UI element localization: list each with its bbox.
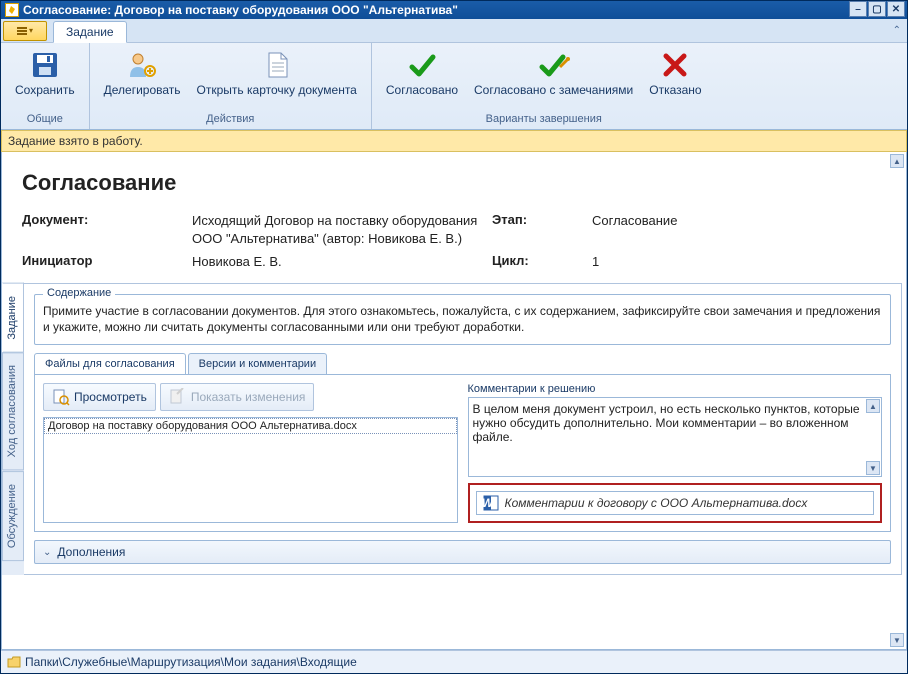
rejected-button[interactable]: Отказано (641, 47, 709, 111)
preview-icon (52, 388, 70, 406)
doc-value: Исходящий Договор на поставку оборудован… (192, 212, 492, 247)
word-icon: W (483, 495, 499, 511)
additions-expander[interactable]: ⌄ Дополнения (34, 540, 891, 564)
folder-icon (7, 656, 21, 668)
side-tab-discussion[interactable]: Обсуждение (2, 471, 24, 561)
scroll-down-button[interactable]: ▼ (890, 633, 904, 647)
initiator-label: Инициатор (22, 253, 192, 271)
app-icon (5, 3, 19, 17)
file-list[interactable]: Договор на поставку оборудования ООО Аль… (43, 417, 458, 523)
stage-value: Согласование (592, 212, 792, 247)
document-icon (261, 49, 293, 81)
comment-text: В целом меня документ устроил, но есть н… (473, 402, 860, 444)
ribbon-group-completion: Согласовано Согласовано с замечаниями От… (372, 43, 716, 129)
ribbon-tab-task[interactable]: Задание (53, 21, 127, 43)
open-card-label: Открыть карточку документа (197, 83, 357, 97)
stage-label: Этап: (492, 212, 592, 247)
chevron-down-icon: ⌄ (43, 547, 51, 558)
inner-tab-files[interactable]: Файлы для согласования (34, 353, 186, 374)
comment-textarea[interactable]: В целом меня документ устроил, но есть н… (468, 397, 883, 477)
content-group-title: Содержание (43, 287, 115, 299)
inner-tab-versions[interactable]: Версии и комментарии (188, 353, 327, 374)
delegate-icon (126, 49, 158, 81)
ribbon: Сохранить Общие Делегировать Открыть кар… (1, 43, 907, 130)
preview-label: Просмотреть (74, 390, 147, 404)
status-message: Задание взято в работу. (1, 130, 907, 152)
breadcrumb[interactable]: Папки\Служебные\Маршрутизация\Мои задани… (1, 650, 907, 673)
group-label-completion: Варианты завершения (372, 111, 716, 129)
scroll-up-button[interactable]: ▲ (890, 154, 904, 168)
approved-notes-button[interactable]: Согласовано с замечаниями (466, 47, 641, 111)
cycle-label: Цикл: (492, 253, 592, 271)
ribbon-collapse-icon[interactable]: ⌃ (893, 25, 901, 36)
approved-button[interactable]: Согласовано (378, 47, 466, 111)
delegate-button[interactable]: Делегировать (96, 47, 189, 111)
titlebar: Согласование: Договор на поставку оборуд… (1, 1, 907, 19)
cycle-value: 1 (592, 253, 792, 271)
comment-scroll-down[interactable]: ▼ (866, 461, 880, 475)
maximize-button[interactable]: ▢ (868, 1, 886, 17)
header-block: Согласование Документ: Исходящий Договор… (2, 152, 906, 283)
breadcrumb-path: Папки\Служебные\Маршрутизация\Мои задани… (25, 655, 357, 669)
save-button[interactable]: Сохранить (7, 47, 83, 111)
open-card-button[interactable]: Открыть карточку документа (189, 47, 365, 111)
group-label-actions: Действия (90, 111, 371, 129)
approved-label: Согласовано (386, 83, 458, 97)
content-groupbox: Содержание Примите участие в согласовани… (34, 294, 891, 346)
ribbon-group-common: Сохранить Общие (1, 43, 90, 129)
comments-title: Комментарии к решению (468, 383, 883, 395)
group-label-common: Общие (1, 111, 89, 129)
rejected-label: Отказано (649, 83, 701, 97)
show-changes-button[interactable]: Показать изменения (160, 383, 315, 411)
save-icon (29, 49, 61, 81)
attachment-row[interactable]: W Комментарии к договору с ООО Альтернат… (476, 491, 875, 515)
save-label: Сохранить (15, 83, 75, 97)
side-tab-task[interactable]: Задание (2, 283, 24, 353)
initiator-value: Новикова Е. В. (192, 253, 492, 271)
window-root: Согласование: Договор на поставку оборуд… (0, 0, 908, 674)
side-tab-flow[interactable]: Ход согласования (2, 352, 24, 470)
window-title: Согласование: Договор на поставку оборуд… (23, 3, 849, 17)
tab-body-task: Содержание Примите участие в согласовани… (24, 283, 902, 576)
page-title: Согласование (22, 170, 886, 196)
preview-button[interactable]: Просмотреть (43, 383, 156, 411)
minimize-button[interactable]: – (849, 1, 867, 17)
svg-text:W: W (483, 496, 495, 510)
side-tabs: Задание Ход согласования Обсуждение (2, 283, 24, 576)
comment-scroll-up[interactable]: ▲ (866, 399, 880, 413)
ribbon-tab-row: ▾ Задание ⌃ (1, 19, 907, 43)
files-section: Файлы для согласования Версии и коммента… (34, 353, 891, 532)
content-text: Примите участие в согласовании документо… (43, 303, 882, 337)
changes-icon (169, 388, 187, 406)
approved-notes-label: Согласовано с замечаниями (474, 83, 633, 97)
attachment-name: Комментарии к договору с ООО Альтернатив… (505, 496, 808, 510)
file-row[interactable]: Договор на поставку оборудования ООО Аль… (44, 418, 457, 434)
delegate-label: Делегировать (104, 83, 181, 97)
additions-label: Дополнения (57, 545, 125, 559)
doc-label: Документ: (22, 212, 192, 247)
show-changes-label: Показать изменения (191, 390, 306, 404)
main-area: ▲ Согласование Документ: Исходящий Догов… (1, 152, 907, 650)
ribbon-group-actions: Делегировать Открыть карточку документа … (90, 43, 372, 129)
attachment-highlight: W Комментарии к договору с ООО Альтернат… (468, 483, 883, 523)
check-icon (406, 49, 438, 81)
check-note-icon (538, 49, 570, 81)
app-menu-button[interactable]: ▾ (3, 21, 47, 41)
close-button[interactable]: ✕ (887, 1, 905, 17)
cross-icon (659, 49, 691, 81)
